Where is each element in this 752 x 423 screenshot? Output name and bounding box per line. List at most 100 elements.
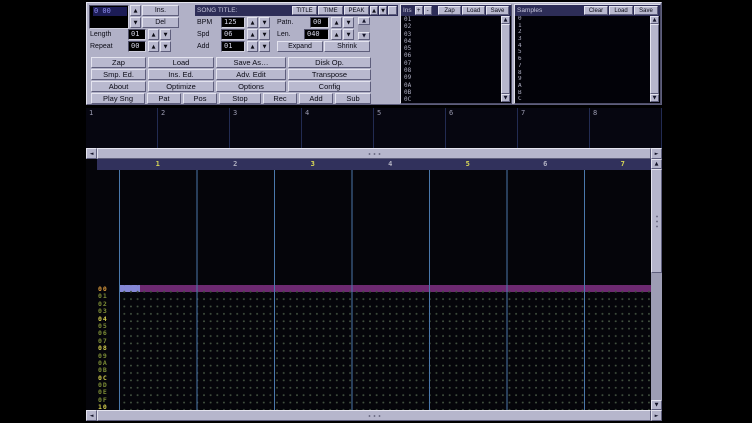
pattern-scroll-left-button-bottom[interactable]: ◄ [86,410,97,421]
pattern-channel-5[interactable]: 5 [429,159,507,170]
sample-entry-8[interactable]: 8 [516,70,650,77]
sample-entry-2[interactable]: 2 [516,29,650,36]
button-pos[interactable]: Pos [183,93,217,104]
shrink-pattern-button[interactable]: Shrink [324,41,370,52]
instrument-entry-07[interactable]: 07 [402,60,501,67]
expand-pattern-button[interactable]: Expand [277,41,323,52]
sample-scroll-down-button[interactable]: ▼ [650,94,659,102]
sample-entry-b[interactable]: B [516,90,650,97]
order-scroll-down-button[interactable]: ▼ [130,17,141,28]
sample-entry-6[interactable]: 6 [516,56,650,63]
pattern-length-increase-button[interactable]: ▲ [331,29,342,40]
instrument-scroll-down-button[interactable]: ▼ [501,94,510,102]
sample-entry-4[interactable]: 4 [516,43,650,50]
pattern-scroll-left-button-top[interactable]: ◄ [86,148,97,159]
instrument-entry-0c[interactable]: 0C [402,96,501,102]
button-stop[interactable]: Stop [219,93,261,104]
pattern-channel-3[interactable]: 3 [274,159,352,170]
order-list-entry[interactable]: 0 00 [93,7,127,16]
sample-entry-0[interactable]: 0 [516,16,650,23]
pattern-grid[interactable] [119,170,651,410]
pattern-hscroll-thumb-bottom[interactable] [97,410,651,421]
samples-button-clear[interactable]: Clear [584,6,608,15]
add-decrease-button[interactable]: ▼ [259,41,270,52]
channel-scope-5[interactable]: 5 [374,108,446,148]
instrument-add-button[interactable]: + [415,6,423,15]
button-play-sng[interactable]: Play Sng [91,93,145,104]
button-pat[interactable]: Pat [147,93,181,104]
section-mini-scrollbar[interactable]: ▲ ▼ [358,17,370,40]
pattern-channel-2[interactable]: 2 [197,159,275,170]
pattern-scroll-up-button[interactable]: ▲ [651,159,662,169]
sample-entry-c[interactable]: C [516,96,650,102]
instruments-button-zap[interactable]: Zap [438,6,461,15]
button-save-as[interactable]: Save As… [216,57,286,68]
channel-scope-6[interactable]: 6 [446,108,518,148]
channel-scope-4[interactable]: 4 [302,108,374,148]
samples-button-load[interactable]: Load [609,6,633,15]
pattern-length-decrease-button[interactable]: ▼ [343,29,354,40]
sample-list[interactable]: 0123456789ABC [516,16,650,102]
button-sub[interactable]: Sub [335,93,371,104]
bpm-increase-button[interactable]: ▲ [247,17,258,28]
instrument-entry-01[interactable]: 01 [402,16,501,23]
instrument-entry-0a[interactable]: 0A [402,82,501,89]
sample-entry-7[interactable]: 7 [516,63,650,70]
button-zap[interactable]: Zap [91,57,146,68]
pattern-hscroll-thumb-top[interactable] [97,148,651,159]
button-smp-ed[interactable]: Smp. Ed. [91,69,146,80]
instrument-scrollbar-thumb[interactable] [501,24,510,94]
mini-scroll-up-button[interactable]: ▲ [358,17,370,25]
instrument-entry-06[interactable]: 06 [402,52,501,59]
sample-scroll-up-button[interactable]: ▲ [650,16,659,24]
sample-scrollbar-thumb[interactable] [650,24,659,94]
length-increase-button[interactable]: ▲ [148,29,159,40]
mini-scroll-down-button[interactable]: ▼ [358,32,370,40]
speed-increase-button[interactable]: ▲ [247,29,258,40]
sample-entry-1[interactable]: 1 [516,23,650,30]
instruments-button-load[interactable]: Load [462,6,485,15]
button-transpose[interactable]: Transpose [288,69,371,80]
instrument-entry-04[interactable]: 04 [402,38,501,45]
sample-entry-5[interactable]: 5 [516,49,650,56]
channel-scope-7[interactable]: 7 [518,108,590,148]
pattern-number-decrease-button[interactable]: ▼ [343,17,354,28]
instrument-entry-03[interactable]: 03 [402,31,501,38]
button-adv-edit[interactable]: Adv. Edit [216,69,286,80]
button-about[interactable]: About [91,81,146,92]
pattern-channel-1[interactable]: 1 [119,159,197,170]
channel-scope-8[interactable]: 8 [590,108,662,148]
sample-entry-9[interactable]: 9 [516,76,650,83]
order-delete-button[interactable]: Del [142,17,179,28]
title-extra-button[interactable] [388,6,397,15]
instrument-list[interactable]: 0102030405060708090A0B0C [402,16,501,102]
button-ins-ed[interactable]: Ins. Ed. [148,69,214,80]
instruments-button-save[interactable]: Save [486,6,509,15]
instrument-scroll-up-button[interactable]: ▲ [501,16,510,24]
bpm-decrease-button[interactable]: ▼ [259,17,270,28]
pattern-scroll-right-button-top[interactable]: ► [651,148,662,159]
button-disk-op[interactable]: Disk Op. [288,57,371,68]
speed-decrease-button[interactable]: ▼ [259,29,270,40]
instrument-list-scrollbar[interactable]: ▲ ▼ [501,16,510,102]
instrument-entry-02[interactable]: 02 [402,23,501,30]
length-decrease-button[interactable]: ▼ [160,29,171,40]
order-scroll-up-button[interactable]: ▲ [130,5,141,16]
button-config[interactable]: Config [288,81,371,92]
button-rec[interactable]: Rec [263,93,297,104]
sample-entry-a[interactable]: A [516,83,650,90]
button-load[interactable]: Load [148,57,214,68]
order-insert-button[interactable]: Ins. [142,5,179,16]
channel-scope-2[interactable]: 2 [158,108,230,148]
channel-scope-3[interactable]: 3 [230,108,302,148]
instrument-entry-0b[interactable]: 0B [402,89,501,96]
instrument-remove-button[interactable]: - [424,6,432,15]
button-options[interactable]: Options [216,81,286,92]
channel-scope-1[interactable]: 1 [86,108,158,148]
sample-entry-3[interactable]: 3 [516,36,650,43]
pattern-number-increase-button[interactable]: ▲ [331,17,342,28]
pattern-channel-7[interactable]: 7 [584,159,651,170]
title-mode-button-time[interactable]: TIME [318,6,343,15]
repeat-decrease-button[interactable]: ▼ [160,41,171,52]
repeat-increase-button[interactable]: ▲ [148,41,159,52]
